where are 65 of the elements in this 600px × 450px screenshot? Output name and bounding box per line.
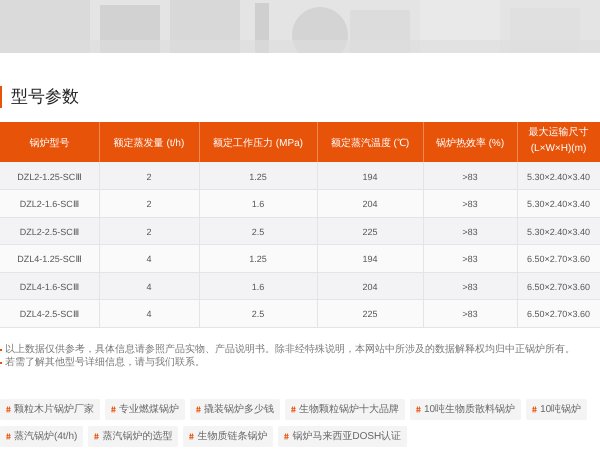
column-header: 最大运输尺寸(L×W×H)(m) bbox=[528, 126, 590, 156]
tag-link[interactable]: 专业燃煤锅炉 bbox=[105, 398, 185, 420]
table-cell: 6.50×2.70×3.60 bbox=[526, 309, 590, 320]
table-cell: 5.30×2.40×3.40 bbox=[526, 199, 590, 210]
column-header: 额定蒸汽温度 (℃) bbox=[330, 136, 410, 151]
table-cell: DZL4-1.6-SCⅢ bbox=[20, 282, 79, 292]
column-header: 锅炉型号 bbox=[29, 136, 70, 151]
tag-link[interactable]: 生物颗粒锅炉十大品牌 bbox=[285, 398, 405, 420]
table-cell: 225 bbox=[362, 226, 378, 237]
table-cell: 204 bbox=[362, 199, 378, 210]
column-header: 额定工作压力 (MPa) bbox=[213, 136, 303, 151]
hash-icon bbox=[189, 432, 194, 440]
table-cell: 4 bbox=[146, 309, 152, 320]
tag-link[interactable]: 锅炉马来西亚DOSH认证 bbox=[278, 426, 408, 446]
hash-icon bbox=[416, 406, 421, 412]
hash-icon bbox=[6, 432, 11, 440]
table-cell: 2 bbox=[146, 172, 152, 182]
hash-icon bbox=[284, 432, 290, 440]
table-cell: >83 bbox=[462, 199, 478, 210]
table-cell: 194 bbox=[362, 254, 378, 264]
table-cell: 1.6 bbox=[252, 199, 264, 210]
hash-icon bbox=[111, 406, 116, 412]
table-cell: DZL2-1.25-SCⅢ bbox=[17, 172, 82, 182]
hash-icon bbox=[291, 406, 296, 412]
table-cell: 1.25 bbox=[249, 254, 267, 264]
table-cell: 194 bbox=[362, 172, 378, 182]
hash-icon bbox=[196, 406, 201, 412]
table-cell: DZL4-2.5-SCⅢ bbox=[20, 309, 79, 320]
tag-link[interactable]: 撬装锅炉多少钱 bbox=[190, 398, 280, 420]
table-cell: 1.6 bbox=[252, 282, 264, 292]
note-text: 若需了解其他型号详细信息，请与我们联系。 bbox=[5, 356, 205, 368]
table-cell: 2.5 bbox=[252, 309, 264, 320]
table-cell: >83 bbox=[462, 172, 478, 182]
hash-icon bbox=[532, 406, 538, 412]
table-cell: DZL4-1.25-SCⅢ bbox=[17, 254, 82, 264]
column-header: 额定蒸发量 (t/h) bbox=[114, 136, 184, 151]
hash-icon bbox=[6, 406, 11, 412]
table-cell: 5.30×2.40×3.40 bbox=[526, 226, 590, 237]
column-header: 锅炉热效率 (%) bbox=[436, 136, 504, 151]
tag-link[interactable]: 颗粒木片锅炉厂家 bbox=[0, 398, 100, 420]
table-cell: DZL2-1.6-SCⅢ bbox=[20, 199, 79, 210]
table-cell: >83 bbox=[462, 309, 478, 320]
table-cell: 4 bbox=[146, 282, 152, 292]
tag-link[interactable]: 蒸汽锅炉的选型 bbox=[88, 426, 178, 446]
table-cell: 6.50×2.70×3.60 bbox=[526, 282, 590, 292]
section-title: 型号参数 bbox=[11, 86, 79, 108]
table-cell: 225 bbox=[362, 309, 378, 320]
table-cell: 5.30×2.40×3.40 bbox=[526, 172, 590, 182]
hash-icon bbox=[94, 432, 100, 440]
table-cell: DZL2-2.5-SCⅢ bbox=[20, 226, 79, 237]
table-cell: 2.5 bbox=[252, 226, 264, 237]
tag-link[interactable]: 10吨生物质散料锅炉 bbox=[410, 398, 522, 420]
table-cell: 6.50×2.70×3.60 bbox=[526, 254, 590, 264]
table-cell: 1.25 bbox=[249, 172, 267, 182]
table-cell: 2 bbox=[146, 199, 152, 210]
table-cell: >83 bbox=[462, 282, 478, 292]
tag-link[interactable]: 10吨锅炉 bbox=[526, 398, 588, 420]
table-cell: 4 bbox=[146, 254, 152, 264]
tag-link[interactable]: 生物质链条锅炉 bbox=[183, 426, 274, 446]
tag-link[interactable]: 蒸汽锅炉(4t/h) bbox=[0, 426, 84, 446]
table-cell: 204 bbox=[362, 282, 378, 292]
table-cell: >83 bbox=[462, 254, 478, 264]
table-cell: 2 bbox=[146, 226, 152, 237]
note-text: 以上数据仅供参考，具体信息请参照产品实物、产品说明书。除非经特殊说明，本网站中所涉及的数据解释权均归中正锅炉所有。 bbox=[5, 344, 575, 356]
table-cell: >83 bbox=[462, 226, 478, 237]
